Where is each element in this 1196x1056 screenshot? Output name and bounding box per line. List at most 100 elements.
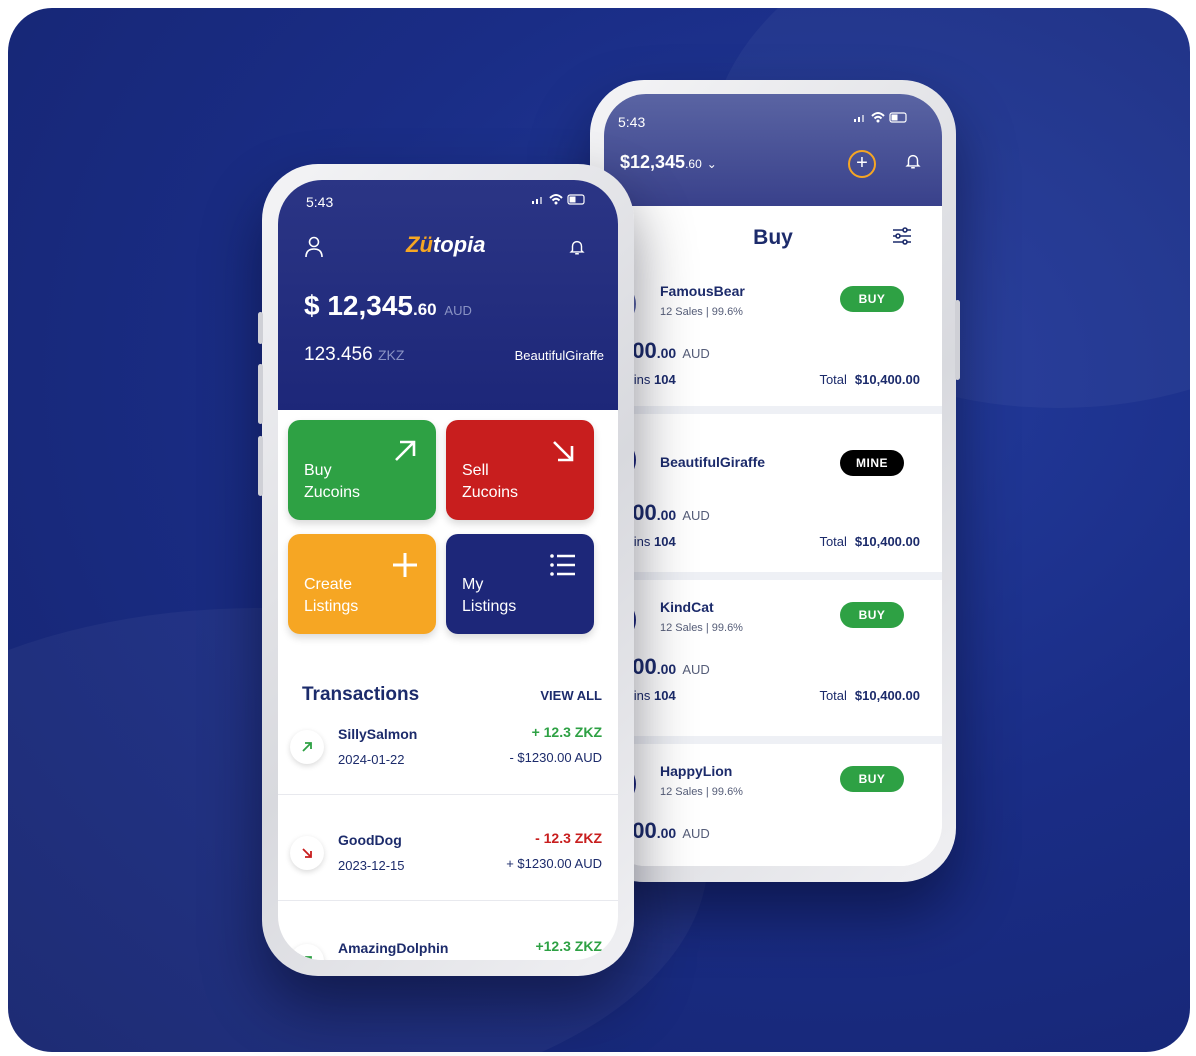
zkz-currency: ZKZ — [377, 347, 405, 363]
transaction-direction-icon — [290, 730, 324, 764]
divider — [604, 406, 942, 414]
tile-label: Sell Zucoins — [462, 462, 519, 501]
arrow-up-right-icon — [302, 742, 312, 752]
plus-icon — [393, 553, 417, 577]
status-icons — [852, 110, 912, 127]
total-label: Total — [819, 688, 847, 703]
transaction-name: SillySalmon — [338, 726, 418, 742]
transaction-zkz-amount: + 12.3 ZKZ — [531, 724, 602, 740]
balance-main: $12,345 — [620, 152, 686, 172]
transaction-name: AmazingDolphin — [338, 940, 449, 956]
transaction-date: 2024-01-22 — [338, 752, 405, 767]
listing-seller-name: FamousBear — [660, 283, 745, 299]
price-decimal: .00 — [656, 661, 677, 677]
buy-zucoins-tile[interactable]: Buy Zucoins — [288, 420, 436, 520]
tile-label: Create Listings — [304, 576, 359, 615]
total-label: Total — [819, 534, 847, 549]
logo-z: Zü — [406, 232, 433, 257]
coins-value: 104 — [653, 372, 676, 387]
back-phone: 5:43 $12,345.60 ⌄ + Buy FamousBear 12 Sa… — [590, 80, 960, 882]
aud-balance: $ 12,345.60 AUD — [304, 290, 472, 322]
listing-seller-name: KindCat — [660, 599, 714, 615]
view-all-link[interactable]: VIEW ALL — [540, 688, 602, 703]
transaction-row[interactable]: SillySalmon 2024-01-22 + 12.3 ZKZ - $123… — [278, 706, 618, 812]
home-screen: 5:43 Zütopia $ 12,345.60 AUD 123.456 ZKZ — [278, 180, 618, 960]
divider — [604, 736, 942, 744]
create-listings-tile[interactable]: Create Listings — [288, 534, 436, 634]
listing-seller-stats: 12 Sales | 99.6% — [660, 622, 743, 634]
transaction-aud-amount: - $1230.00 AUD — [509, 750, 602, 765]
status-icons — [530, 192, 590, 209]
listing-card[interactable]: BG BeautifulGiraffe MINE 100.00 AUD coin… — [604, 416, 942, 574]
price-decimal: .00 — [656, 507, 677, 523]
total-value: $10,400.00 — [854, 372, 920, 387]
transaction-aud-amount: + $1230.00 AUD — [506, 856, 602, 871]
listing-seller-stats: 12 Sales | 99.6% — [660, 786, 743, 798]
volume-up-button — [258, 364, 263, 424]
header-balance[interactable]: $12,345.60 ⌄ — [620, 152, 717, 173]
divider — [604, 572, 942, 580]
bell-icon[interactable] — [904, 152, 922, 170]
listing-card[interactable]: KC KindCat 12 Sales | 99.6% BUY 100.00 A… — [604, 582, 942, 740]
user-profile-icon[interactable] — [304, 236, 324, 258]
front-phone: 5:43 Zütopia $ 12,345.60 AUD 123.456 ZKZ — [258, 164, 634, 976]
listing-card[interactable]: FB FamousBear 12 Sales | 99.6% BUY 100.0… — [604, 266, 942, 424]
username: BeautifulGiraffe — [514, 348, 604, 363]
transaction-direction-icon — [290, 944, 324, 960]
buy-button[interactable]: BUY — [840, 766, 904, 792]
chevron-down-icon: ⌄ — [706, 157, 717, 171]
filter-sliders-icon[interactable] — [892, 226, 912, 246]
transaction-direction-icon — [290, 836, 324, 870]
listing-seller-name: HappyLion — [660, 763, 733, 779]
transaction-date: 2023-12-15 — [338, 858, 405, 873]
arrow-down-right-icon — [302, 848, 312, 858]
mute-switch — [258, 312, 263, 344]
power-button — [955, 300, 960, 380]
listing-total: Total $10,400.00 — [819, 372, 920, 387]
transaction-row[interactable]: GoodDog 2023-12-15 - 12.3 ZKZ + $1230.00… — [278, 812, 618, 918]
transaction-name: GoodDog — [338, 832, 402, 848]
listing-card[interactable]: HL HappyLion 12 Sales | 99.6% BUY 100.00… — [604, 746, 942, 866]
home-header: 5:43 Zütopia $ 12,345.60 AUD 123.456 ZKZ — [278, 180, 618, 410]
transaction-zkz-amount: - 12.3 ZKZ — [535, 830, 602, 846]
balance-decimal: .60 — [413, 300, 437, 319]
logo-text: topia — [432, 232, 486, 257]
coins-value: 104 — [653, 688, 676, 703]
bell-icon[interactable] — [568, 238, 586, 256]
zkz-balance: 123.456 ZKZ — [304, 344, 404, 366]
add-circle-icon[interactable]: + — [848, 150, 876, 178]
price-decimal: .00 — [656, 345, 677, 361]
buy-screen-header: 5:43 $12,345.60 ⌄ + — [604, 94, 942, 206]
buy-button[interactable]: BUY — [840, 602, 904, 628]
mine-badge: MINE — [840, 450, 904, 476]
status-time: 5:43 — [618, 114, 646, 130]
price-currency: AUD — [682, 662, 710, 677]
balance-main: $ 12,345 — [304, 290, 413, 321]
price-currency: AUD — [682, 508, 710, 523]
price-decimal: .00 — [656, 825, 677, 841]
buy-screen: 5:43 $12,345.60 ⌄ + Buy FamousBear 12 Sa… — [604, 94, 942, 866]
listing-seller-name: BeautifulGiraffe — [660, 454, 766, 470]
balance-currency: AUD — [444, 303, 472, 318]
signal-wifi-battery-icon — [532, 194, 585, 205]
total-value: $10,400.00 — [854, 688, 920, 703]
listing-total: Total $10,400.00 — [819, 688, 920, 703]
total-label: Total — [819, 372, 847, 387]
volume-down-button — [258, 436, 263, 496]
divider — [278, 794, 618, 795]
arrow-down-right-icon — [553, 441, 574, 462]
list-icon — [550, 554, 575, 576]
status-time: 5:43 — [306, 194, 334, 210]
buy-button[interactable]: BUY — [840, 286, 904, 312]
arrow-up-right-icon — [395, 440, 416, 461]
price-currency: AUD — [682, 346, 710, 361]
my-listings-tile[interactable]: My Listings — [446, 534, 594, 634]
total-value: $10,400.00 — [854, 534, 920, 549]
tile-label: Buy Zucoins — [304, 462, 361, 501]
sell-zucoins-tile[interactable]: Sell Zucoins — [446, 420, 594, 520]
balance-decimal: .60 — [685, 157, 702, 171]
signal-wifi-battery-icon — [854, 112, 907, 123]
divider — [278, 900, 618, 901]
tile-label: My Listings — [462, 576, 517, 615]
transaction-row[interactable]: AmazingDolphin +12.3 ZKZ — [278, 920, 618, 960]
